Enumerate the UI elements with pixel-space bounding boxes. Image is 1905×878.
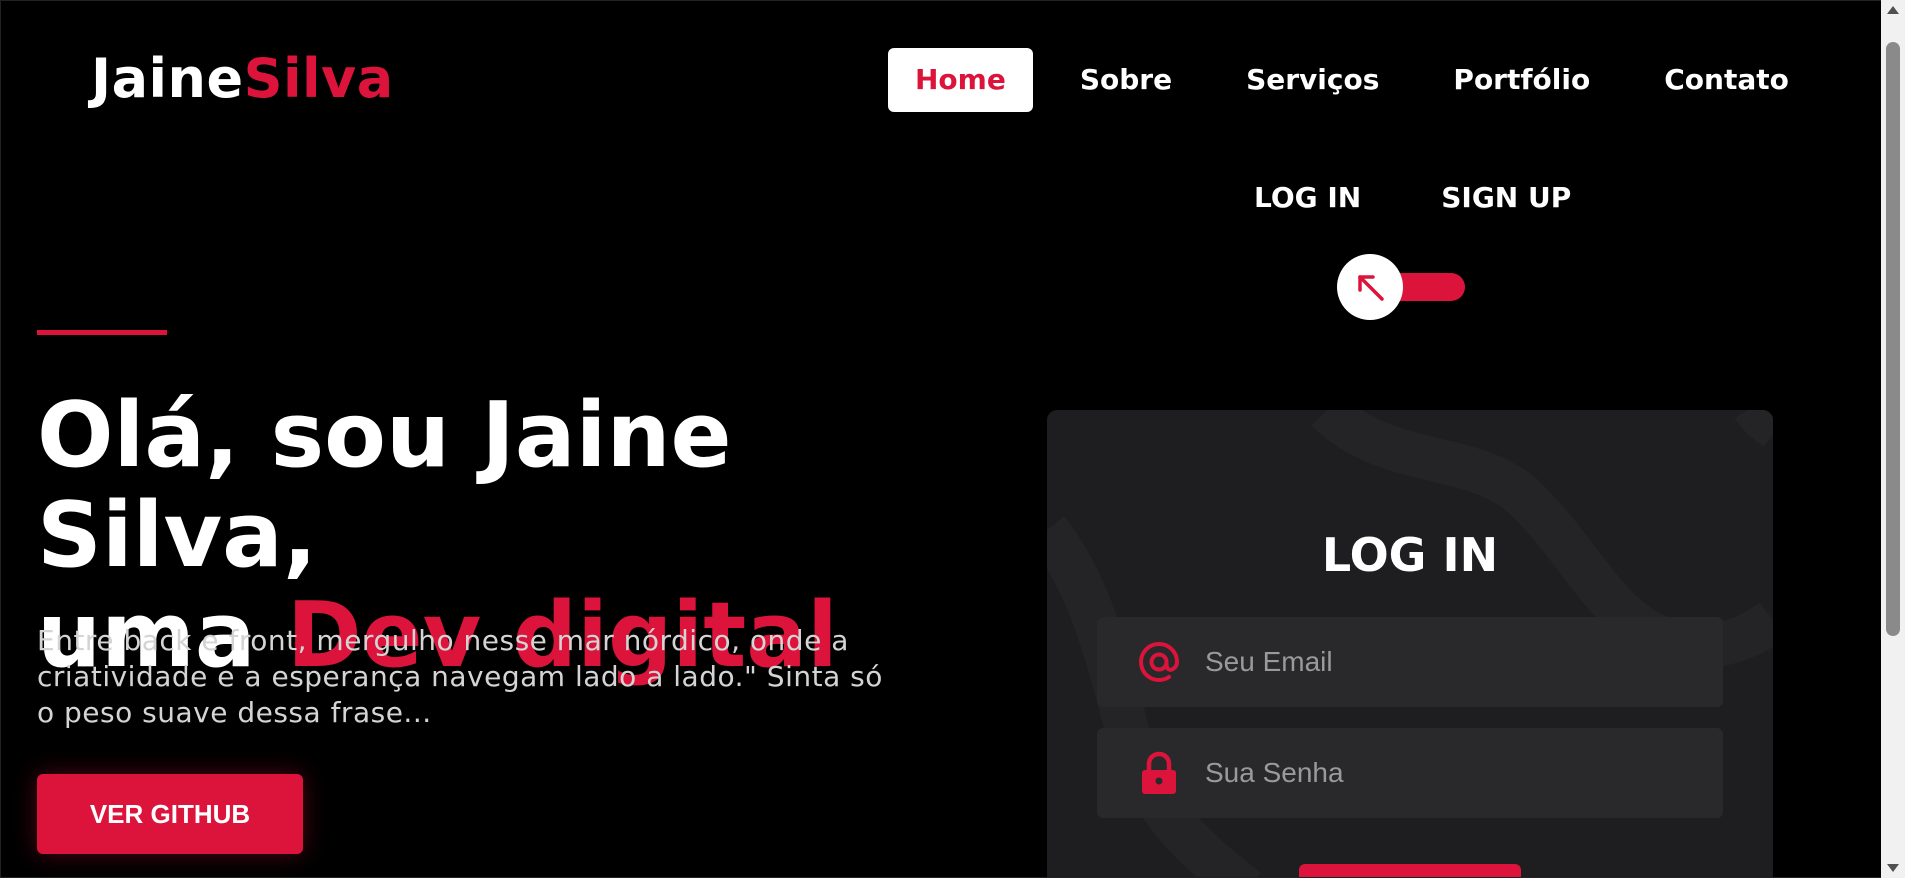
brand-first: Jaine bbox=[91, 47, 244, 110]
page: JaineSilva Home Sobre Serviços Portfólio… bbox=[0, 0, 1882, 878]
nav-item-portfolio[interactable]: Portfólio bbox=[1426, 48, 1617, 112]
scrollbar-thumb[interactable] bbox=[1886, 42, 1900, 636]
page-scrollbar[interactable] bbox=[1881, 0, 1905, 878]
lock-icon bbox=[1131, 745, 1187, 801]
signup-switch-label[interactable]: SIGN UP bbox=[1441, 181, 1571, 214]
email-input[interactable] bbox=[1203, 645, 1687, 679]
hero-description: Entre back e front, mergulho nesse mar n… bbox=[37, 624, 883, 729]
password-input[interactable] bbox=[1203, 756, 1687, 790]
nav-item-servicos[interactable]: Serviços bbox=[1219, 48, 1406, 112]
hero-accent-line bbox=[37, 330, 167, 335]
hero-title-line1: Olá, sou Jaine Silva, bbox=[37, 383, 732, 588]
auth-switch-labels: LOG IN SIGN UP bbox=[1254, 181, 1651, 214]
login-submit-button[interactable] bbox=[1299, 864, 1521, 877]
nav-item-contato[interactable]: Contato bbox=[1637, 48, 1816, 112]
arrow-up-left-icon bbox=[1358, 275, 1384, 301]
at-icon bbox=[1131, 634, 1187, 690]
brand-logo[interactable]: JaineSilva bbox=[91, 47, 394, 110]
brand-last: Silva bbox=[243, 47, 394, 110]
login-card: LOG IN bbox=[1047, 410, 1773, 877]
auth-toggle-knob[interactable] bbox=[1337, 254, 1403, 320]
email-field bbox=[1097, 617, 1723, 707]
nav-item-home[interactable]: Home bbox=[888, 48, 1033, 112]
github-button[interactable]: VER GITHUB bbox=[37, 774, 303, 854]
main-nav: Home Sobre Serviços Portfólio Contato bbox=[888, 48, 1836, 112]
scroll-up-arrow-icon[interactable] bbox=[1887, 6, 1899, 14]
login-switch-label[interactable]: LOG IN bbox=[1254, 181, 1361, 214]
scroll-down-arrow-icon[interactable] bbox=[1887, 864, 1899, 872]
login-card-title: LOG IN bbox=[1321, 528, 1499, 582]
nav-item-sobre[interactable]: Sobre bbox=[1053, 48, 1199, 112]
password-field bbox=[1097, 728, 1723, 818]
